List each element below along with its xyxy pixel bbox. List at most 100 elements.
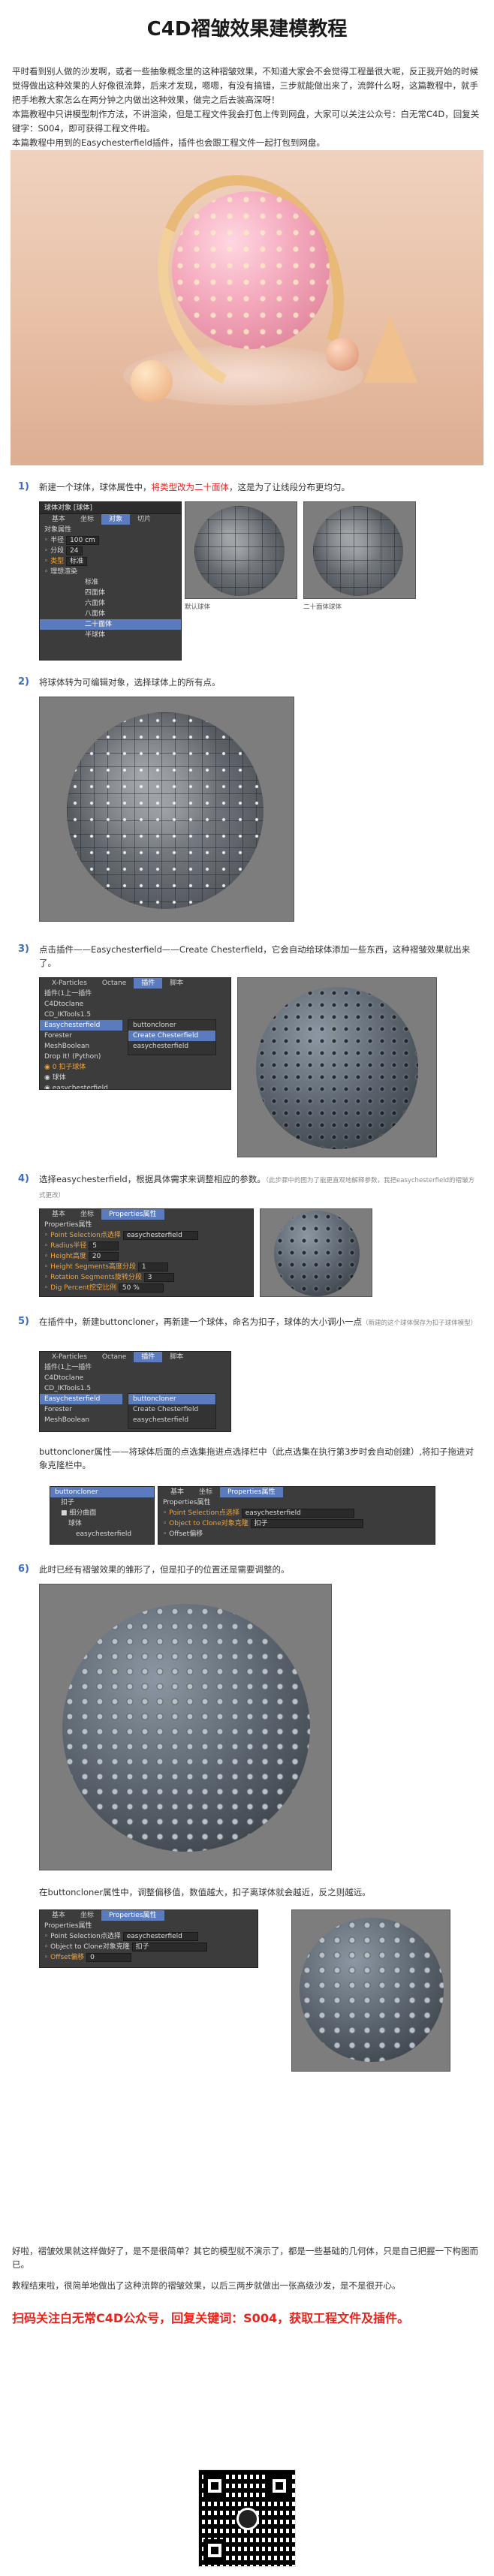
menu-item[interactable]: CD_IKTools1.5 — [40, 1010, 230, 1020]
type-option-selected[interactable]: 二十面体 — [40, 619, 181, 630]
step-5-detail: buttoncloner属性——将球体后面的点选集拖进点选择栏中（此点选集在执行… — [39, 1445, 476, 1475]
object-clone-field[interactable]: 扣子 — [250, 1518, 363, 1528]
step-text: 在buttoncloner属性中，调整偏移值，数值越大，扣子离球体就会越近，反之… — [39, 1887, 371, 1897]
menu-item[interactable]: C4Dtoclane — [40, 999, 230, 1010]
tree-item[interactable]: 扣子 — [50, 1497, 154, 1508]
step-text-part: 新建一个球体，球体属性中， — [39, 482, 152, 492]
menu-scripts[interactable]: 脚本 — [162, 978, 191, 989]
tab-basic[interactable]: 基本 — [163, 1487, 191, 1497]
point-selection-field[interactable]: easychesterfield — [122, 1230, 198, 1240]
type-option[interactable]: 四面体 — [40, 588, 181, 598]
tab-basic[interactable]: 基本 — [44, 1209, 73, 1220]
menu-xparticles[interactable]: X-Particles — [44, 1352, 95, 1362]
step-number: 4) — [18, 1173, 29, 1184]
param-row: ◦ Point Selection点选择 easychesterfield — [158, 1508, 435, 1518]
menu-xparticles[interactable]: X-Particles — [44, 978, 95, 989]
param-row: ◦ Radius半径 5 — [40, 1241, 253, 1251]
param-label: 类型 — [50, 558, 65, 565]
viewport-default-sphere — [185, 501, 297, 599]
tree-item-buttoncloner[interactable]: buttoncloner — [50, 1487, 154, 1497]
step-note: （新建的这个球体保存为扣子球体模型） — [362, 1320, 477, 1327]
menu-octane[interactable]: Octane — [95, 978, 134, 989]
param-row: ◦ 分段 24 — [40, 546, 181, 556]
menu-bar: X-Particles Octane 插件 脚本 — [40, 978, 230, 989]
submenu-item[interactable]: easychesterfield — [128, 1415, 215, 1425]
param-label: Radius半径 — [50, 1242, 87, 1250]
submenu-item[interactable]: buttoncloner — [128, 1020, 215, 1031]
step-number: 6) — [18, 1563, 29, 1575]
param-label: Height Segments高度分段 — [50, 1263, 136, 1271]
step-text-part: ，这是为了让线段分布更均匀。 — [229, 482, 350, 492]
call-to-action: 扫码关注白无常C4D公众号，回复关键词：S004，获取工程文件及插件。 — [12, 2311, 410, 2325]
tree-item[interactable]: ■ 细分曲面 — [50, 1508, 154, 1518]
menu-item[interactable]: CD_IKTools1.5 — [40, 1383, 230, 1394]
tab-coords[interactable]: 坐标 — [73, 1910, 101, 1921]
menu-item-easychesterfield[interactable]: Easychesterfield — [40, 1020, 122, 1031]
object-clone-field[interactable]: 扣子 — [131, 1942, 207, 1952]
param-label: 半径 — [50, 537, 65, 544]
submenu-item[interactable]: Create Chesterfield — [128, 1404, 215, 1415]
param-row: ◦ 类型 标准 — [40, 556, 181, 567]
section-title: Properties属性 — [163, 1499, 211, 1506]
type-option[interactable]: 标准 — [40, 577, 181, 588]
submenu-item-buttoncloner[interactable]: buttoncloner — [128, 1394, 215, 1404]
tree-item[interactable]: ◉ 0 扣子球体 — [40, 1062, 230, 1073]
tab-properties[interactable]: Properties属性 — [101, 1910, 164, 1921]
menu-item[interactable]: 插件(1上一插件 — [40, 1362, 230, 1373]
tree-item[interactable]: ◉ easychesterfield — [40, 1083, 230, 1089]
tab-coords[interactable]: 坐标 — [73, 514, 101, 525]
param-label: 分段 — [50, 547, 65, 555]
qr-code[interactable] — [198, 2469, 296, 2567]
height-segments-field[interactable]: 1 — [137, 1262, 168, 1271]
submenu-item[interactable]: easychesterfield — [128, 1041, 215, 1052]
menu-octane[interactable]: Octane — [95, 1352, 134, 1362]
section-title: Properties属性 — [44, 1922, 92, 1930]
menu-scripts[interactable]: 脚本 — [162, 1352, 191, 1362]
param-label: Point Selection点选择 — [169, 1509, 239, 1517]
submenu-item-create-chesterfield[interactable]: Create Chesterfield — [128, 1031, 215, 1041]
step-text: 选择easychesterfield，根据具体需求来调整相应的参数。（此步骤中的… — [39, 1172, 478, 1202]
rotation-segments-field[interactable]: 3 — [143, 1272, 174, 1282]
segments-field[interactable]: 24 — [66, 546, 83, 555]
menu-plugins[interactable]: 插件 — [134, 1352, 163, 1362]
tab-object[interactable]: 对象 — [101, 514, 131, 525]
tab-basic[interactable]: 基本 — [44, 514, 73, 525]
step-6-detail: 在buttoncloner属性中，调整偏移值，数值越大，扣子离球体就会越近，反之… — [39, 1885, 476, 1900]
tab-basic[interactable]: 基本 — [44, 1910, 73, 1921]
offset-field[interactable]: 0 — [86, 1952, 132, 1962]
height-field[interactable]: 20 — [88, 1251, 119, 1261]
param-row: ◦ Offset偏移 0 — [40, 1952, 258, 1963]
type-option[interactable]: 八面体 — [40, 609, 181, 619]
tab-properties[interactable]: Properties属性 — [101, 1209, 164, 1220]
tab-coords[interactable]: 坐标 — [73, 1209, 101, 1220]
type-option[interactable]: 半球体 — [40, 630, 181, 640]
param-row: ◦ Dig Percent挖空比例 50 % — [40, 1283, 253, 1293]
param-row: ◦ Object to Clone对象克隆 扣子 — [158, 1518, 435, 1529]
point-selection-field[interactable]: easychesterfield — [122, 1931, 198, 1941]
point-selection-field[interactable]: easychesterfield — [241, 1508, 354, 1518]
step-text-part: 在插件中，新建buttoncloner，再新建一个球体，命名为扣子，球体的大小调… — [39, 1317, 363, 1327]
menu-item[interactable]: C4Dtoclane — [40, 1373, 230, 1383]
tree-item[interactable]: 球体 — [50, 1518, 154, 1529]
param-label: Object to Clone对象克隆 — [50, 1943, 130, 1951]
submenu-panel-2: buttoncloner Create Chesterfield easyche… — [128, 1393, 216, 1429]
menu-item-easychesterfield[interactable]: Easychesterfield — [40, 1394, 122, 1404]
tab-properties[interactable]: Properties属性 — [220, 1487, 283, 1497]
radius-field[interactable]: 100 cm — [66, 535, 99, 545]
dig-percent-field[interactable]: 50 % — [118, 1283, 164, 1293]
tab-coords[interactable]: 坐标 — [191, 1487, 220, 1497]
param-row: ◦ 半径 100 cm — [40, 535, 181, 546]
type-dropdown[interactable]: 标准 — [66, 556, 88, 566]
tree-item[interactable]: ◉ 球体 — [40, 1073, 230, 1083]
step-text: 新建一个球体，球体属性中，将类型改为二十面体，这是为了让线段分布更均匀。 — [39, 480, 350, 494]
menu-plugins[interactable]: 插件 — [134, 978, 163, 989]
outro-text: 好啦，褶皱效果就这样做好了，是不是很简单？其它的模型就不演示了，都是一些基础的几… — [12, 2246, 478, 2270]
tree-item[interactable]: easychesterfield — [50, 1529, 154, 1539]
type-option[interactable]: 六面体 — [40, 598, 181, 609]
tab-slice[interactable]: 切片 — [130, 514, 158, 525]
radius-field[interactable]: 5 — [89, 1241, 119, 1250]
viewport-icosa-sphere — [303, 501, 416, 599]
intro-paragraph: 平时看到别人做的沙发啊，或者一些抽象概念里的这种褶皱效果，不知道大家会不会觉得工… — [12, 66, 478, 105]
step-text: 点击插件——Easychesterfield——Create Chesterfi… — [39, 944, 471, 968]
menu-item[interactable]: 插件(1上一插件 — [40, 989, 230, 999]
